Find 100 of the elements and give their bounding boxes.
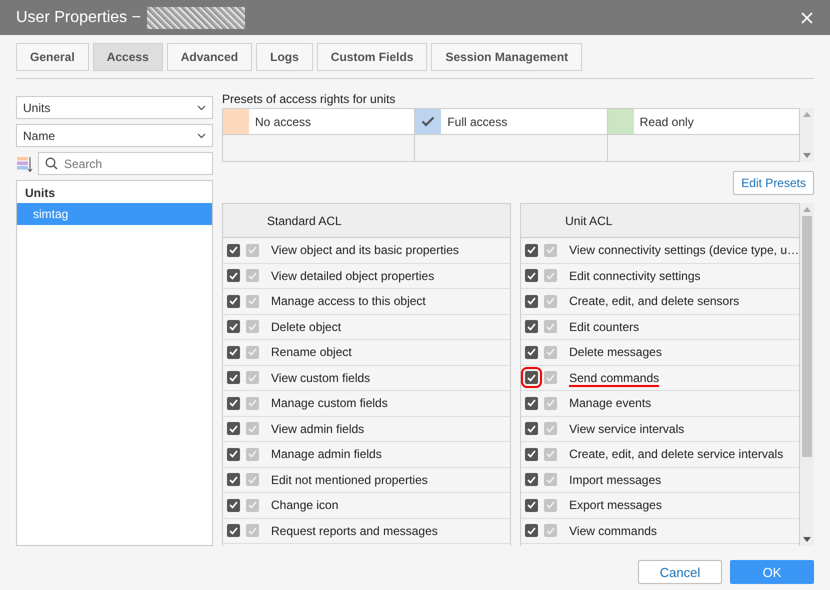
permission-label: Change icon [271,497,338,514]
cancel-button[interactable]: Cancel [638,560,722,584]
checkbox[interactable] [246,498,259,512]
chevron-down-icon [197,104,206,110]
permission-label: Create, edit, and delete service intervals [569,446,784,464]
tab[interactable]: Logs [256,43,313,71]
permission-label: Rename object [271,344,352,362]
preset-option[interactable]: No access [223,109,416,135]
permission-label: Send commands [569,368,660,387]
checkbox[interactable] [544,244,558,257]
checkbox[interactable] [525,320,538,334]
scroll-up-icon[interactable] [803,207,811,212]
checkbox[interactable] [246,371,259,384]
permission-label: Delete messages [569,344,662,362]
checkbox[interactable] [246,396,259,410]
checkbox[interactable] [227,269,240,282]
checkbox[interactable] [544,294,558,308]
permission-label: Delete object [271,318,342,336]
checkbox[interactable] [227,371,240,384]
checkbox[interactable] [544,346,558,359]
permission-label: Create, edit, and delete sensors [569,293,740,310]
checkbox[interactable] [227,448,240,461]
checkbox[interactable] [246,473,259,486]
checkbox[interactable] [246,320,259,334]
checkbox[interactable] [227,244,240,257]
permission-label: Edit counters [569,318,640,336]
checkbox[interactable] [227,346,240,359]
scroll-down-icon[interactable] [803,153,811,158]
checkbox[interactable] [227,422,240,436]
checkbox[interactable] [525,346,538,359]
checkbox[interactable] [246,294,259,308]
permission-label: Edit not mentioned properties [271,472,428,489]
permission-label: Manage access to this object [271,293,426,310]
checkbox[interactable] [525,524,538,538]
type-dropdown[interactable]: Units [16,96,213,119]
preset-option[interactable]: Read only [608,109,800,135]
permission-label: Edit connectivity settings [569,268,701,285]
permission-label: Request reports and messages [271,522,438,540]
checkbox[interactable] [246,422,259,436]
checkbox[interactable] [544,448,558,461]
checkbox[interactable] [227,498,240,512]
checkbox[interactable] [544,498,558,512]
checkbox[interactable] [227,320,240,334]
permission-label: View custom fields [271,370,370,387]
tab[interactable]: Custom Fields [316,43,428,71]
panel-header: Standard ACL [223,204,510,238]
checkbox[interactable] [246,448,259,461]
scroll-up-icon[interactable] [803,112,811,117]
search-field[interactable]: Search [38,152,213,175]
permission-label: Manage custom fields [271,395,388,412]
checkbox[interactable] [246,346,259,359]
edit-presets-button[interactable]: Edit Presets [733,171,814,195]
preset-option[interactable]: Full access [415,109,608,135]
checkbox[interactable] [525,269,538,282]
checkbox[interactable] [544,269,558,282]
sort-colors-icon[interactable] [16,154,33,172]
checkbox[interactable] [227,294,240,308]
checkbox[interactable] [544,371,558,384]
checkbox[interactable] [227,473,240,486]
check-icon [421,116,436,127]
close-button[interactable] [800,10,814,24]
checkbox[interactable] [525,371,538,384]
checkbox[interactable] [525,294,538,308]
checkbox[interactable] [246,269,259,282]
checkbox[interactable] [544,524,558,538]
scrollbar[interactable] [800,203,814,546]
permission-label: Import messages [569,472,662,489]
scroll-down-icon[interactable] [803,537,811,542]
checkbox[interactable] [525,448,538,461]
permission-label: Export messages [569,497,662,514]
checkbox[interactable] [246,524,259,538]
checkbox[interactable] [525,473,538,486]
scroll-thumb[interactable] [802,216,812,457]
chevron-down-icon [197,132,206,138]
presets-title: Presets of access rights for units [222,92,396,106]
checkbox[interactable] [525,396,538,410]
panel-header: Unit ACL [521,204,799,238]
tab[interactable]: Access [92,43,163,71]
checkbox[interactable] [544,473,558,486]
checkbox[interactable] [525,498,538,512]
checkbox[interactable] [246,244,259,257]
tab[interactable]: Session Management [431,43,582,71]
permission-label: View connectivity settings (device type, u… [569,242,799,260]
permission-label: View object and its basic properties [271,242,459,260]
checkbox[interactable] [544,320,558,334]
checkbox[interactable] [544,396,558,410]
checkbox[interactable] [544,422,558,436]
checkbox[interactable] [525,244,538,257]
search-icon [45,157,58,170]
scrollbar[interactable] [800,108,814,162]
checkbox[interactable] [525,422,538,436]
permission-label: View service intervals [569,420,684,438]
checkbox[interactable] [227,524,240,538]
tab[interactable]: General [16,43,89,71]
search-input[interactable]: Search [64,156,184,170]
permission-label: Manage events [569,395,652,412]
checkbox[interactable] [227,396,240,410]
permission-label: View admin fields [271,420,364,438]
sort-dropdown[interactable]: Name [16,124,213,147]
tab[interactable]: Advanced [166,43,252,71]
